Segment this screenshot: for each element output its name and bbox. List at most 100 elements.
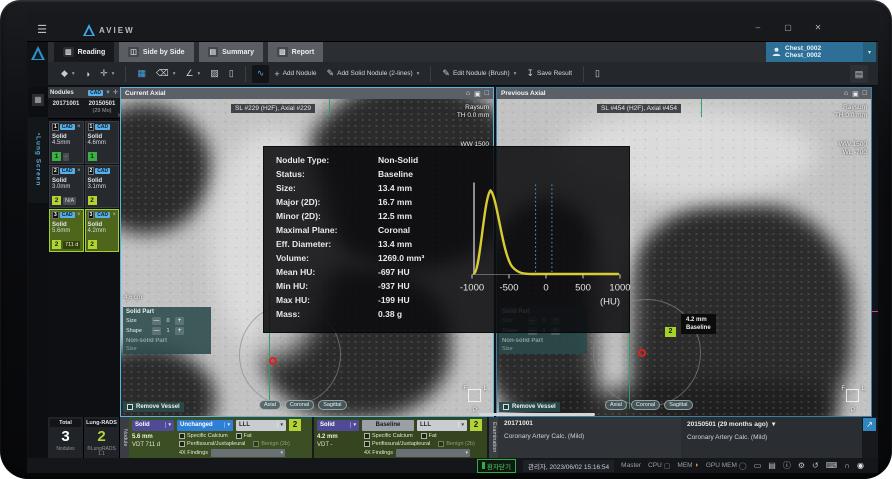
nodule-panel-tab[interactable]: Nodule [120, 417, 129, 458]
view-pill-sagittal[interactable]: Sagittal [318, 400, 346, 410]
study-date-current[interactable]: 20171001 [48, 98, 84, 118]
curve-tool-button[interactable]: ∿ [252, 65, 270, 83]
edit-nodule-button[interactable]: ✎Edit Nodule (Brush)▾ [437, 65, 521, 83]
snapshot-icon[interactable]: ▣ [852, 90, 859, 98]
minimize-button[interactable]: – [750, 21, 766, 34]
patient-selector[interactable]: Chest_0002 Chest_0002 ▾ [766, 42, 876, 62]
nodule-card[interactable]: 1CAD× Solid4.5mm 1- [49, 121, 84, 164]
add-solid-nodule-button[interactable]: ✎Add Solid Nodule (2-lines)▾ [322, 65, 425, 83]
fat-checkbox[interactable]: Fat [421, 433, 437, 439]
angle-tool-button[interactable]: ∠▾ [180, 65, 205, 83]
exam-dropdown-icon[interactable]: ▾ [772, 420, 775, 428]
view-pill-axial[interactable]: Axial [259, 400, 281, 410]
monitor-icon[interactable]: ▭ [754, 461, 762, 470]
filter-icon[interactable]: ▼ [105, 90, 111, 96]
close-icon[interactable]: × [77, 124, 81, 130]
menu-icon[interactable]: ☰ [33, 23, 51, 37]
measurement-label: 4.6 cm [124, 295, 142, 301]
pin-icon[interactable]: ✛ [113, 89, 118, 96]
nodule-card[interactable]: 2CAD× Solid3.0mm 2N/A [49, 165, 84, 208]
maximize-viewport-icon[interactable]: □ [863, 90, 867, 98]
close-icon[interactable]: × [77, 168, 81, 174]
tab-reading[interactable]: ▥ Reading [54, 42, 114, 62]
report-settings-button[interactable]: ▤ [850, 65, 868, 83]
close-icon[interactable]: × [77, 212, 81, 218]
tab-side-by-side[interactable]: ◫ Side by Side [119, 42, 193, 62]
settings-gear-icon[interactable]: ⚙ [798, 461, 805, 470]
home-icon[interactable]: ⌂ [466, 90, 470, 98]
specific-calcium-checkbox[interactable]: Specific Calcium [364, 433, 413, 439]
type-dropdown[interactable]: Solid▾ [132, 420, 174, 431]
keyboard-icon[interactable]: ⌨ [826, 461, 838, 470]
examination-panel-tab[interactable]: Examination [489, 417, 498, 458]
bell-icon[interactable]: ∩ [844, 461, 850, 470]
shape-plus-button[interactable]: + [175, 327, 184, 335]
nodule-card[interactable]: 1CAD Solid4.6mm 1 [85, 121, 120, 164]
tab-report[interactable]: ▧ Report [268, 42, 323, 62]
save-result-button[interactable]: ↧Save Result [521, 65, 577, 83]
location-dropdown[interactable]: LLL▾ [417, 420, 467, 431]
perifissural-checkbox[interactable]: Perifissural/Juxtapleural [179, 441, 245, 447]
view-pill-axial[interactable]: Axial [605, 400, 627, 410]
shape-minus-button[interactable]: — [152, 327, 161, 335]
maximize-button[interactable]: ▢ [780, 21, 796, 34]
remove-vessel-checkbox[interactable]: Remove Vessel [499, 402, 560, 412]
eraser-tool-button[interactable]: ⌫▾ [151, 65, 181, 83]
size-plus-button[interactable]: + [175, 317, 184, 325]
close-icon[interactable]: × [112, 212, 116, 218]
language-chip[interactable]: 환자닫기 [477, 459, 516, 473]
view-pill-coronal[interactable]: Coronal [631, 400, 660, 410]
lungrads-badge: 2 [52, 240, 61, 249]
type-dropdown[interactable]: Solid▾ [317, 420, 359, 431]
findings-dropdown[interactable]: ▾ [211, 449, 285, 457]
tab-summary[interactable]: ▤ Summary [199, 42, 264, 62]
remove-vessel-checkbox[interactable]: Remove Vessel [123, 402, 184, 412]
nodule-number-badge[interactable]: 2 [665, 327, 676, 337]
vdt-chip: 711 d [63, 241, 80, 249]
location-dropdown[interactable]: LLL▾ [236, 420, 286, 431]
nodule-card-selected[interactable]: 3CAD× Solid4.2mm 2 [85, 209, 120, 252]
view-pill-sagittal[interactable]: Sagittal [664, 400, 692, 410]
nodule-card[interactable]: 2CAD Solid3.1mm 2 [85, 165, 120, 208]
rail-tab-lung-screen[interactable]: • Lung Screen [28, 117, 48, 203]
layout-grid-icon[interactable]: ▦ [32, 94, 44, 106]
cad-badge[interactable]: CAD [88, 90, 103, 96]
info-icon[interactable]: ⓘ [783, 460, 791, 471]
navigate-tool-button[interactable]: ◆▾ [56, 65, 80, 83]
capture-tool-button[interactable]: ▨ [205, 65, 224, 83]
delete-tool-button[interactable]: ▯ [224, 65, 239, 83]
nodule-marker[interactable] [269, 357, 277, 365]
nodule-card-selected[interactable]: 3CAD× Solid5.6mm 2711 d [49, 209, 84, 252]
expand-panel-button[interactable]: ↗ [863, 418, 876, 431]
layout-tool-button[interactable]: ▦ [132, 65, 151, 83]
orientation-cube[interactable] [846, 389, 859, 402]
crosshair-tool-button[interactable]: ✛▾ [95, 65, 119, 83]
delete-all-button[interactable]: ▯ [590, 65, 605, 83]
patient-dropdown-icon[interactable]: ▾ [863, 42, 876, 62]
history-icon[interactable]: ↺ [812, 461, 819, 470]
account-icon[interactable]: ◉ [857, 461, 864, 470]
snapshot-icon[interactable]: ▣ [474, 90, 481, 98]
add-nodule-button[interactable]: +Add Nodule [269, 65, 321, 83]
study-date-prior[interactable]: 20150501 (29 Mo) [84, 98, 120, 118]
orientation-cube[interactable] [468, 389, 481, 402]
benign-checkbox[interactable]: Benign (2b) [438, 441, 474, 447]
aview-logo-icon [83, 24, 95, 36]
fat-checkbox[interactable]: Fat [236, 433, 252, 439]
findings-dropdown[interactable]: ▾ [396, 449, 470, 457]
document-icon[interactable]: ▤ [768, 461, 776, 470]
size-minus-button[interactable]: — [152, 317, 161, 325]
diamond-icon: ◆ [61, 68, 68, 79]
benign-checkbox[interactable]: Benign (2b) [253, 441, 289, 447]
scrollbar[interactable] [479, 413, 595, 416]
findings-label: 4X Findings [364, 450, 393, 456]
maximize-viewport-icon[interactable]: □ [485, 90, 489, 98]
close-button[interactable]: ✕ [810, 21, 826, 34]
specific-calcium-checkbox[interactable]: Specific Calcium [179, 433, 228, 439]
window-level-tool-button[interactable]: ◑ [80, 65, 95, 83]
home-icon[interactable]: ⌂ [844, 90, 848, 98]
perifissural-checkbox[interactable]: Perifissural/Juxtapleural [364, 441, 430, 447]
nodule-marker[interactable] [638, 349, 646, 357]
view-pill-coronal[interactable]: Coronal [285, 400, 314, 410]
status-dropdown[interactable]: Unchanged▾ [177, 420, 233, 431]
